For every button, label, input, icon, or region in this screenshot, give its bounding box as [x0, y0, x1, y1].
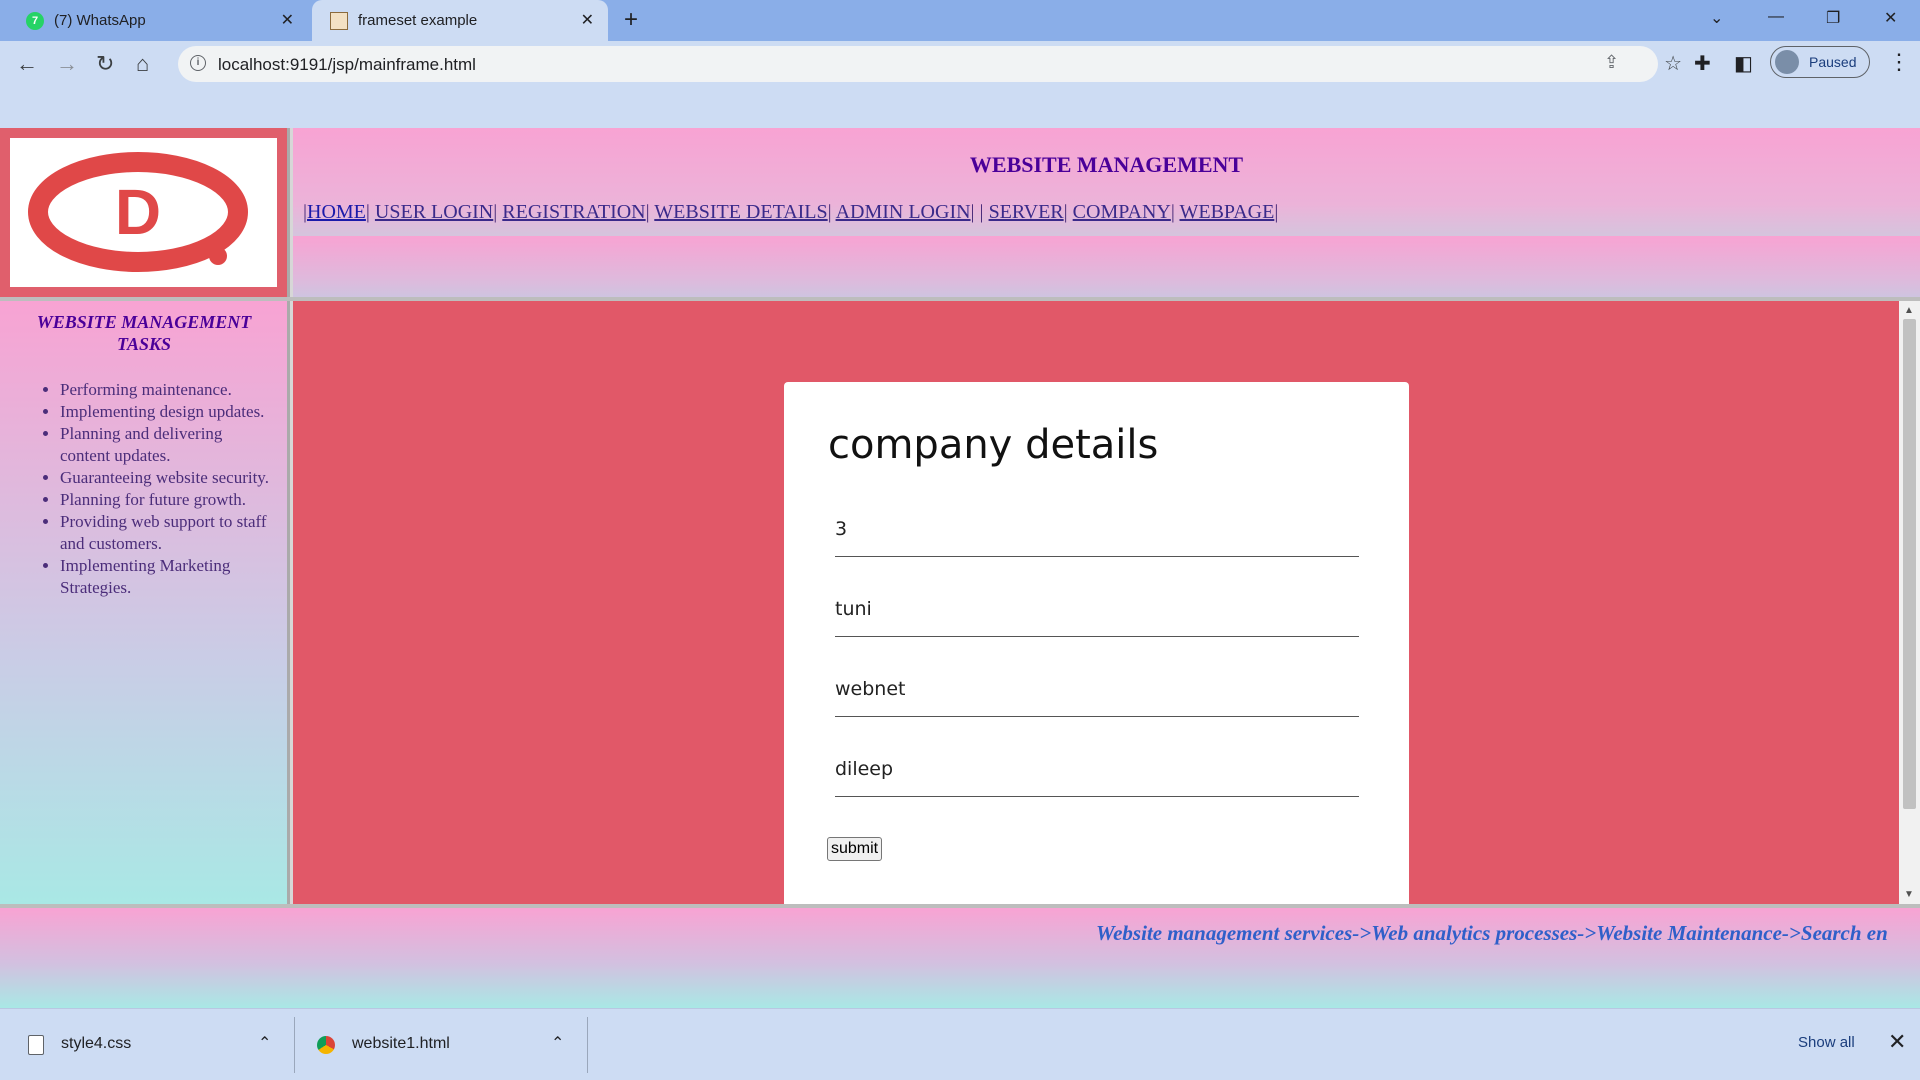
contact-name-field[interactable]	[835, 749, 1359, 797]
close-icon[interactable]: ✕	[281, 10, 294, 30]
reload-icon[interactable]: ↻	[96, 51, 114, 77]
company-id-field[interactable]	[835, 509, 1359, 557]
url-text[interactable]: localhost:9191/jsp/mainframe.html	[218, 55, 476, 75]
tab-title: (7) WhatsApp	[54, 12, 146, 29]
forward-icon[interactable]: →	[56, 51, 78, 77]
header-band	[293, 236, 1920, 297]
submit-button[interactable]: submit	[827, 837, 883, 861]
main-frame: company details submit	[293, 301, 1899, 904]
scrollbar[interactable]: ▲ ▼	[1899, 301, 1920, 904]
header-frame: WEBSITE MANAGEMENT |HOME| USER LOGIN| RE…	[293, 128, 1920, 297]
close-icon[interactable]: ✕	[1888, 1029, 1906, 1055]
share-icon[interactable]: ⇪	[1604, 52, 1619, 73]
new-tab-button[interactable]: +	[624, 6, 638, 34]
close-icon[interactable]: ✕	[581, 10, 594, 30]
chevron-up-icon[interactable]: ⌃	[258, 1033, 271, 1053]
home-icon[interactable]: ⌂	[136, 51, 149, 77]
page-title: WEBSITE MANAGEMENT	[969, 152, 1244, 177]
profile-button[interactable]: Paused	[1770, 46, 1870, 78]
tab-strip: 7 (7) WhatsApp ✕ frameset example ✕ + ⌄ …	[0, 0, 1920, 41]
download-name: style4.css	[61, 1035, 132, 1052]
download-name: website1.html	[352, 1035, 450, 1052]
nav-registration[interactable]: REGISTRATION	[502, 201, 645, 223]
scroll-down-icon[interactable]: ▼	[1904, 889, 1914, 900]
nav-company[interactable]: COMPANY	[1073, 201, 1171, 223]
nav-admin-login[interactable]: ADMIN LOGIN	[836, 201, 971, 223]
list-item: Planning and delivering content updates.	[60, 423, 270, 467]
chevron-up-icon[interactable]: ⌃	[551, 1033, 564, 1053]
whatsapp-icon: 7	[26, 12, 44, 30]
logo-letter: D	[115, 176, 161, 248]
list-item: Providing web support to staff and custo…	[60, 511, 270, 555]
list-item: Planning for future growth.	[60, 489, 270, 511]
extensions-icon[interactable]: ✚	[1694, 51, 1711, 76]
minimize-button[interactable]: —	[1768, 8, 1784, 26]
page-frameset: D WEBSITE MANAGEMENT |HOME| USER LOGIN| …	[0, 128, 1920, 1008]
browser-toolbar: ← → ↻ ⌂ i localhost:9191/jsp/mainframe.h…	[0, 41, 1920, 88]
download-item[interactable]: style4.css ⌃	[0, 1009, 294, 1080]
list-item: Guaranteeing website security.	[60, 467, 270, 489]
tab-title: frameset example	[358, 12, 478, 29]
top-nav: |HOME| USER LOGIN| REGISTRATION| WEBSITE…	[303, 201, 1279, 223]
company-form-card: company details submit	[784, 382, 1409, 904]
services-marquee: Website management services->Web analyti…	[1096, 921, 1888, 945]
nav-website-details[interactable]: WEBSITE DETAILS	[654, 201, 827, 223]
nav-server[interactable]: SERVER	[989, 201, 1064, 223]
bookmark-star-icon[interactable]: ☆	[1664, 51, 1682, 76]
download-item[interactable]: website1.html ⌃	[295, 1009, 587, 1080]
restore-button[interactable]: ❐	[1826, 8, 1840, 28]
tab-frameset-example[interactable]: frameset example ✕	[312, 0, 608, 41]
list-item: Implementing Marketing Strategies.	[60, 555, 270, 599]
chrome-icon	[317, 1036, 335, 1054]
sidebar-frame: WEBSITE MANAGEMENT TASKS Performing main…	[0, 301, 290, 904]
downloads-bar: style4.css ⌃ website1.html ⌃ Show all ✕	[0, 1008, 1920, 1080]
task-list: Performing maintenance. Implementing des…	[20, 379, 270, 599]
nav-user-login[interactable]: USER LOGIN	[375, 201, 493, 223]
page-favicon-icon	[330, 12, 348, 30]
footer-frame: Website management services->Web analyti…	[0, 908, 1920, 1008]
form-title: company details	[828, 422, 1159, 468]
tab-search-icon[interactable]: ⌄	[1710, 8, 1723, 28]
address-bar[interactable]: i localhost:9191/jsp/mainframe.html ⇪ ☆	[178, 46, 1682, 82]
list-item: Performing maintenance.	[60, 379, 270, 401]
company-type-field[interactable]	[835, 669, 1359, 717]
window-close-button[interactable]: ✕	[1884, 8, 1897, 28]
tab-whatsapp[interactable]: 7 (7) WhatsApp ✕	[8, 0, 308, 41]
site-info-icon[interactable]: i	[190, 55, 206, 71]
nav-home[interactable]: HOME	[307, 201, 366, 223]
side-panel-icon[interactable]: ◧	[1734, 51, 1753, 76]
scroll-up-icon[interactable]: ▲	[1904, 305, 1914, 316]
nav-webpage[interactable]: WEBPAGE	[1180, 201, 1275, 223]
divider	[587, 1017, 588, 1073]
scroll-thumb[interactable]	[1903, 319, 1916, 809]
show-all-button[interactable]: Show all	[1798, 1034, 1855, 1051]
file-icon	[28, 1035, 44, 1055]
profile-status: Paused	[1809, 54, 1857, 70]
logo: D	[10, 138, 277, 287]
more-menu-icon[interactable]: ⋮	[1888, 49, 1910, 75]
back-icon[interactable]: ←	[16, 51, 38, 77]
list-item: Implementing design updates.	[60, 401, 270, 423]
sidebar-title: WEBSITE MANAGEMENT TASKS	[36, 312, 252, 354]
logo-frame: D	[0, 128, 290, 297]
company-name-field[interactable]	[835, 589, 1359, 637]
avatar	[1775, 50, 1799, 74]
